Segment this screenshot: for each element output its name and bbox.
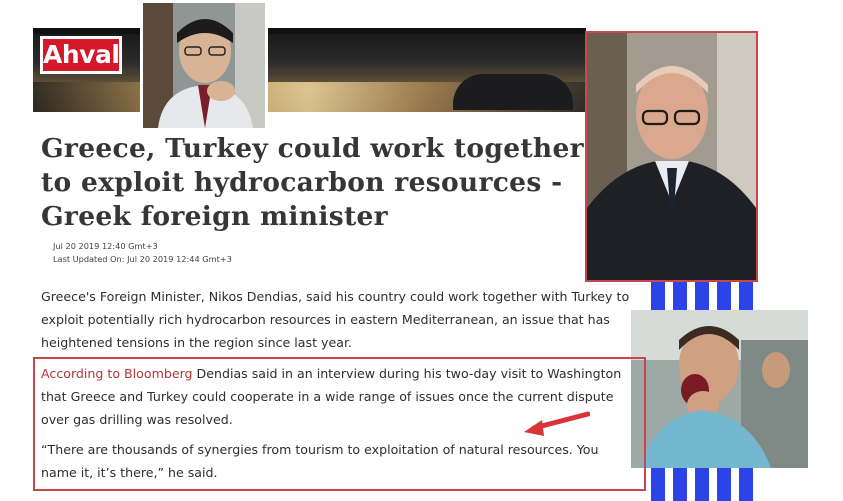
article-paragraph-1: Greece's Foreign Minister, Nikos Dendias… <box>41 289 630 350</box>
site-logo[interactable]: Ahval <box>40 36 122 74</box>
portrait-photo-top <box>140 0 268 131</box>
published-date: Jul 20 2019 12:40 Gmt+3 <box>53 241 158 251</box>
article-body: Greece's Foreign Minister, Nikos Dendias… <box>41 285 631 354</box>
arrow-annotation-icon <box>524 411 590 436</box>
decorative-stripes-bottom <box>651 468 759 501</box>
portrait-right-image <box>587 33 756 280</box>
portrait-photo-bottom <box>631 310 808 468</box>
article-headline: Greece, Turkey could work together to ex… <box>41 133 584 232</box>
portrait-top-image <box>143 3 265 128</box>
banner-figure <box>453 74 573 110</box>
portrait-bottom-image <box>631 310 808 468</box>
article-quote: “There are thousands of synergies from t… <box>41 442 599 480</box>
portrait-photo-right <box>585 31 758 282</box>
bloomberg-link[interactable]: According to Bloomberg <box>41 366 193 381</box>
updated-line: Last Updated On: Jul 20 2019 12:44 Gmt+3 <box>53 253 232 266</box>
updated-label: Last Updated On: <box>53 254 125 264</box>
article-meta: Jul 20 2019 12:40 Gmt+3 Last Updated On:… <box>53 240 232 266</box>
updated-date: Jul 20 2019 12:44 Gmt+3 <box>127 254 232 264</box>
decorative-stripes-top <box>651 282 759 312</box>
